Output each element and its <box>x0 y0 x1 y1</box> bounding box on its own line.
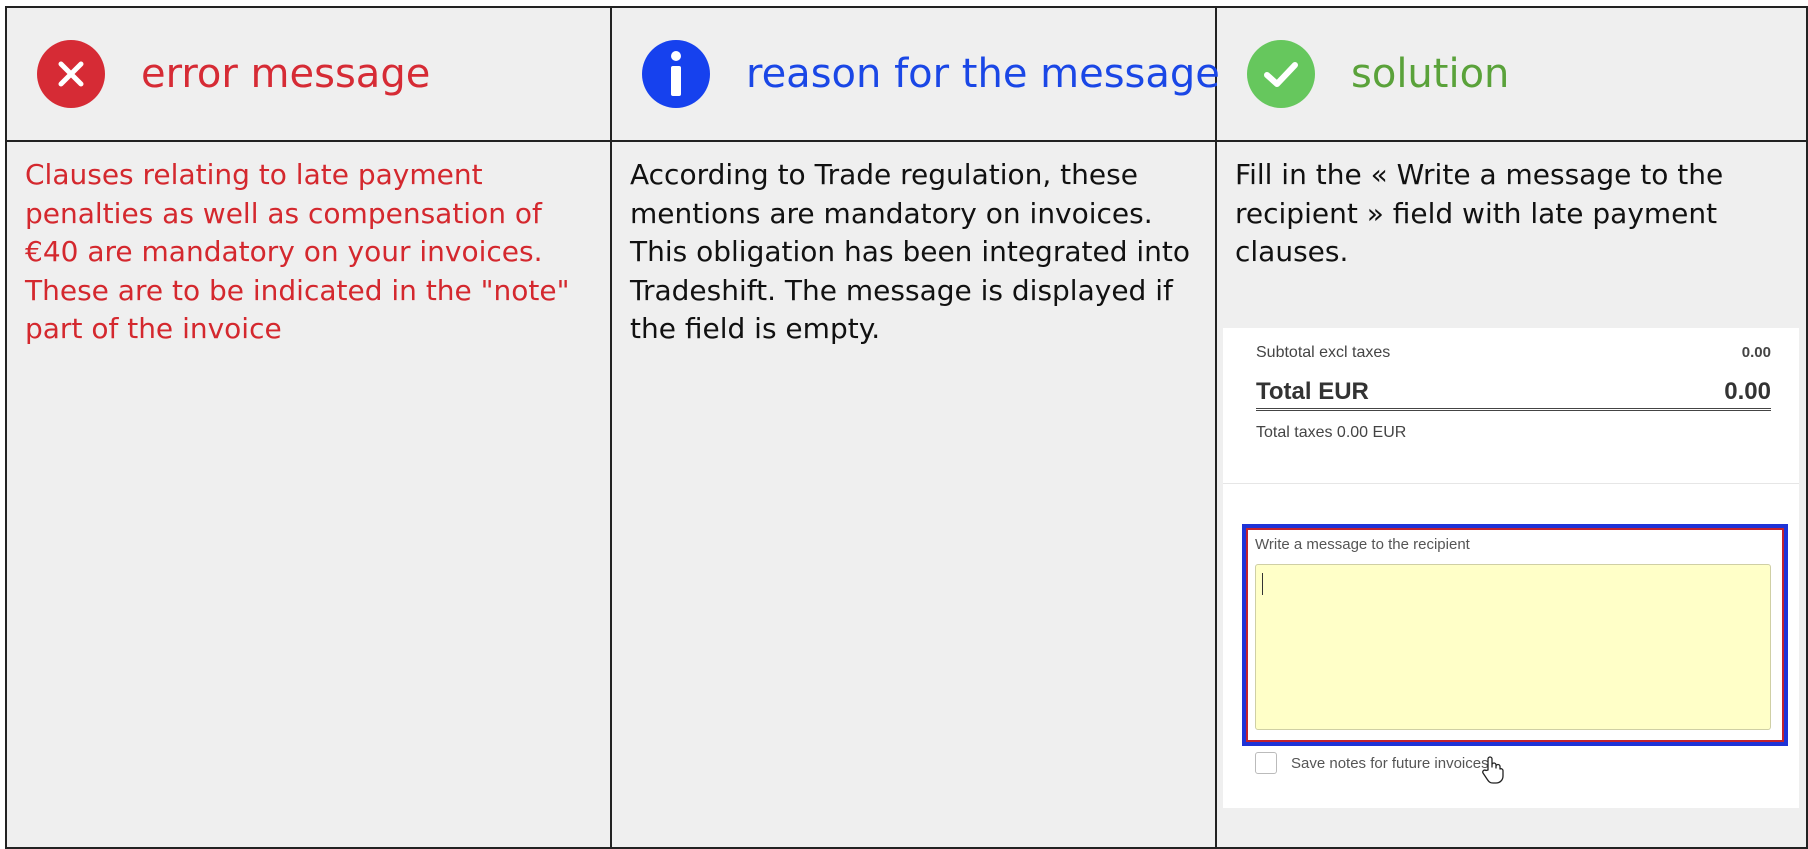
subtotal-label: Subtotal excl taxes <box>1256 344 1391 361</box>
reason-cell: According to Trade regulation, these men… <box>612 142 1217 849</box>
error-explanation-table: error message reason for the message sol… <box>5 6 1808 849</box>
total-row: Total EUR 0.00 <box>1256 378 1771 411</box>
save-notes-row: Save notes for future invoices <box>1255 752 1489 774</box>
subtotal-value: 0.00 <box>1741 344 1771 361</box>
save-notes-label: Save notes for future invoices <box>1291 754 1489 772</box>
total-taxes-text: Total taxes 0.00 EUR <box>1256 424 1407 441</box>
info-circle-icon <box>642 40 710 108</box>
hand-pointer-icon <box>1482 756 1504 789</box>
solution-text: Fill in the « Write a message to the rec… <box>1235 158 1724 268</box>
close-circle-icon <box>37 40 105 108</box>
total-label: Total EUR <box>1256 378 1369 405</box>
reason-text: According to Trade regulation, these men… <box>630 158 1190 345</box>
subtotal-row: Subtotal excl taxes 0.00 <box>1256 344 1771 362</box>
error-message-cell: Clauses relating to late payment penalti… <box>7 142 612 849</box>
column-title-error: error message <box>141 51 431 97</box>
column-header-solution: solution <box>1217 8 1808 142</box>
divider <box>1223 483 1799 484</box>
error-message-text: Clauses relating to late payment penalti… <box>25 158 570 345</box>
column-header-error: error message <box>7 8 612 142</box>
save-notes-checkbox[interactable] <box>1255 752 1277 774</box>
invoice-notes-screenshot: Subtotal excl taxes 0.00 Total EUR 0.00 … <box>1223 328 1799 808</box>
total-value: 0.00 <box>1724 378 1771 405</box>
message-to-recipient-field[interactable] <box>1255 564 1771 730</box>
text-caret <box>1262 573 1263 595</box>
column-title-reason: reason for the message <box>746 51 1220 97</box>
column-title-solution: solution <box>1351 51 1510 97</box>
solution-cell: Fill in the « Write a message to the rec… <box>1217 142 1808 849</box>
check-circle-icon <box>1247 40 1315 108</box>
column-header-reason: reason for the message <box>612 8 1220 142</box>
message-field-label: Write a message to the recipient <box>1255 536 1470 553</box>
